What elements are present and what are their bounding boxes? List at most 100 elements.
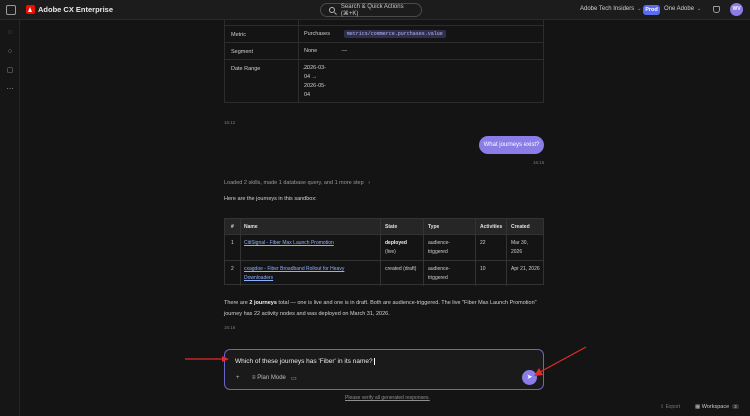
top-bar: Adobe CX Enterprise Search & Quick Actio… xyxy=(0,0,750,20)
export-label: Export xyxy=(665,404,681,410)
segment-value: None xyxy=(304,48,318,54)
chevron-right-icon: › xyxy=(368,180,371,186)
column-header: # xyxy=(231,224,234,230)
prompt-input[interactable]: Which of these journeys has 'Fiber' in i… xyxy=(235,358,375,365)
journey-name-line: Downloaders xyxy=(244,274,274,281)
column-divider xyxy=(298,20,299,103)
date-line: 04 → xyxy=(304,74,318,80)
column-header: Name xyxy=(244,224,258,230)
column-divider xyxy=(506,219,507,286)
summary-bold: 2 journeys xyxy=(249,300,277,306)
search-button[interactable]: Search & Quick Actions (⌘+K) xyxy=(320,3,422,17)
steps-summary-text: Loaded 2 skills, made 1 database query, … xyxy=(224,180,364,186)
column-header: Type xyxy=(428,224,440,230)
column-divider xyxy=(240,219,241,286)
verify-link[interactable]: Please verify all generated responses. xyxy=(345,395,430,401)
workspace-icon: ▦ xyxy=(695,404,701,410)
menu-icon[interactable] xyxy=(6,5,16,15)
column-header: Created xyxy=(511,224,530,230)
table-row xyxy=(225,59,543,60)
row-key: Date Range xyxy=(231,66,261,72)
table-row xyxy=(225,260,543,261)
segment-value-2: — xyxy=(341,48,348,54)
type-line: audience- xyxy=(428,266,450,272)
plan-mode-icon: ≡ xyxy=(252,375,256,381)
export-button[interactable]: ⇪ Export xyxy=(660,404,680,410)
journey-link[interactable]: cxagdoe - Fiber Broadband Rollout for He… xyxy=(244,265,344,282)
date-range-dash: — xyxy=(303,66,309,72)
summary-text: There are xyxy=(224,300,250,306)
row-number: 2 xyxy=(231,266,234,272)
more-icon[interactable]: ⋯ xyxy=(6,86,14,94)
search-icon xyxy=(329,7,335,13)
journey-activities: 10 xyxy=(480,266,486,272)
journey-created: Apr 21, 2026 xyxy=(511,266,540,272)
column-divider xyxy=(423,219,424,286)
journey-created: Mar 30, 2026 xyxy=(511,239,528,256)
app-title: Adobe CX Enterprise xyxy=(38,5,114,14)
type-line: audience- xyxy=(428,240,450,246)
org-name: Adobe Tech Insiders xyxy=(580,6,635,12)
annotation-arrow-left xyxy=(185,356,229,362)
state-label: deployed xyxy=(385,240,407,246)
export-icon: ⇪ xyxy=(660,404,665,410)
journey-name-line: cxagdoe - Fiber Broadband Rollout for He… xyxy=(244,266,345,272)
plan-mode-button[interactable]: ≡ Plan Mode xyxy=(252,375,286,381)
journey-state: deployed (live) xyxy=(385,239,407,256)
steps-summary[interactable]: Loaded 2 skills, made 1 database query, … xyxy=(224,180,370,186)
table-row xyxy=(225,42,543,43)
journey-type: audience- triggered xyxy=(428,239,450,256)
date-line: 04 xyxy=(304,92,311,98)
chat-icon[interactable]: ◌ xyxy=(6,29,14,37)
documents-icon[interactable]: ▢ xyxy=(6,67,14,75)
workspace-label: Workspace xyxy=(701,404,730,410)
row-number: 1 xyxy=(231,240,234,246)
env-badge[interactable]: Prod xyxy=(643,5,660,15)
search-label: Search & Quick Actions (⌘+K) xyxy=(340,3,404,17)
left-rail: ◌ ○ ▢ ⋯ xyxy=(0,20,20,416)
response-intro: Here are the journeys in this sandbox: xyxy=(224,196,317,202)
timestamp: 16:12 xyxy=(224,120,236,125)
journey-activities: 22 xyxy=(480,240,486,246)
journey-state: created (draft) xyxy=(385,266,417,272)
prompt-text: Which of these journeys has 'Fiber' in i… xyxy=(235,358,373,366)
workspace-count: 3 xyxy=(732,404,739,409)
journey-link[interactable]: CitiSignal - Fiber Max Launch Promotion xyxy=(244,239,334,248)
column-divider xyxy=(380,219,381,286)
attachment-icon[interactable]: ▭ xyxy=(291,375,297,382)
date-line: 2026-05- xyxy=(304,83,327,89)
user-message-bubble: What journeys exist? xyxy=(479,136,544,154)
row-key: Segment xyxy=(231,49,254,55)
table-row xyxy=(225,25,543,26)
org-switcher[interactable]: Adobe Tech Insiders ⌄ xyxy=(580,6,641,12)
created-line: Mar 30, xyxy=(511,240,528,246)
product-switcher[interactable]: One Adobe ⌄ xyxy=(664,6,701,12)
annotation-arrow-right xyxy=(534,346,587,376)
metric-name: Purchases xyxy=(304,31,330,37)
response-summary: There are 2 journeys total — one is live… xyxy=(224,298,544,319)
avatar[interactable]: WV xyxy=(730,3,743,16)
chevron-down-icon: ⌄ xyxy=(637,6,642,12)
summary-line-1: There are 2 journeys total — one is live… xyxy=(224,298,544,309)
timestamp: 16:16 xyxy=(224,325,236,330)
chevron-down-icon: ⌄ xyxy=(697,6,702,12)
details-table: Metric Purchases metrics/commerce.purcha… xyxy=(224,20,544,103)
product-name: One Adobe xyxy=(664,6,695,12)
timestamp: 16:16 xyxy=(533,160,545,165)
column-header: State xyxy=(385,224,398,230)
created-line: 2026 xyxy=(511,248,523,255)
search-icon[interactable]: ○ xyxy=(6,48,14,56)
row-key: Metric xyxy=(231,32,246,38)
workspace-button[interactable]: ▦ Workspace 3 xyxy=(695,404,739,410)
table-row xyxy=(225,234,543,235)
notifications-icon[interactable] xyxy=(713,6,720,13)
chat-composer: Which of these journeys has 'Fiber' in i… xyxy=(224,349,544,390)
row-value: None — xyxy=(304,47,347,56)
type-line: triggered xyxy=(428,248,448,255)
metric-code: metrics/commerce.purchases.value xyxy=(343,30,446,38)
column-divider xyxy=(475,219,476,286)
type-line: triggered xyxy=(428,274,448,281)
plan-mode-label: Plan Mode xyxy=(257,375,286,381)
add-icon[interactable]: + xyxy=(236,375,240,381)
journeys-table: # Name State Type Activities Created 1 C… xyxy=(224,218,544,286)
